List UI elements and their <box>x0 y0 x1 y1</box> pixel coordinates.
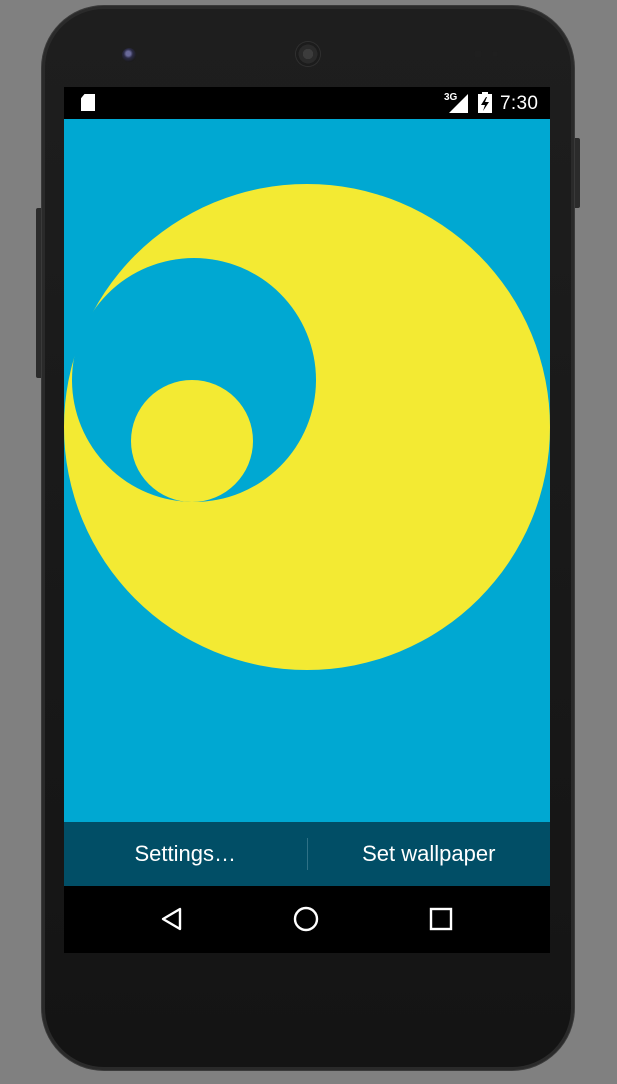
recents-icon <box>429 907 453 931</box>
wallpaper-action-bar: Settings… Set wallpaper <box>64 822 550 886</box>
status-clock: 7:30 <box>500 93 539 114</box>
cell-signal-icon <box>449 94 468 113</box>
nav-recents-button[interactable] <box>424 902 458 936</box>
small-yellow-circle <box>131 380 253 502</box>
navigation-bar <box>64 886 550 953</box>
nav-home-button[interactable] <box>289 902 323 936</box>
back-icon <box>161 907 182 931</box>
sd-card-icon <box>81 94 95 111</box>
power-button[interactable] <box>573 138 580 208</box>
front-camera <box>122 48 136 62</box>
wallpaper-preview <box>64 119 550 822</box>
wallpaper-art <box>64 184 550 670</box>
proximity-sensor <box>474 50 482 58</box>
device-screen: 3G 7:30 Settings… Set wallpaper <box>64 87 550 953</box>
set-wallpaper-button[interactable]: Set wallpaper <box>308 822 551 886</box>
earpiece-speaker <box>296 42 320 66</box>
status-bar: 3G 7:30 <box>64 87 550 119</box>
settings-button[interactable]: Settings… <box>64 822 307 886</box>
emulator-stage: 3G 7:30 Settings… Set wallpaper <box>0 0 617 1084</box>
light-sensor <box>492 51 498 57</box>
home-icon <box>293 906 319 932</box>
battery-charging-icon <box>478 92 492 113</box>
nav-back-button[interactable] <box>155 902 189 936</box>
